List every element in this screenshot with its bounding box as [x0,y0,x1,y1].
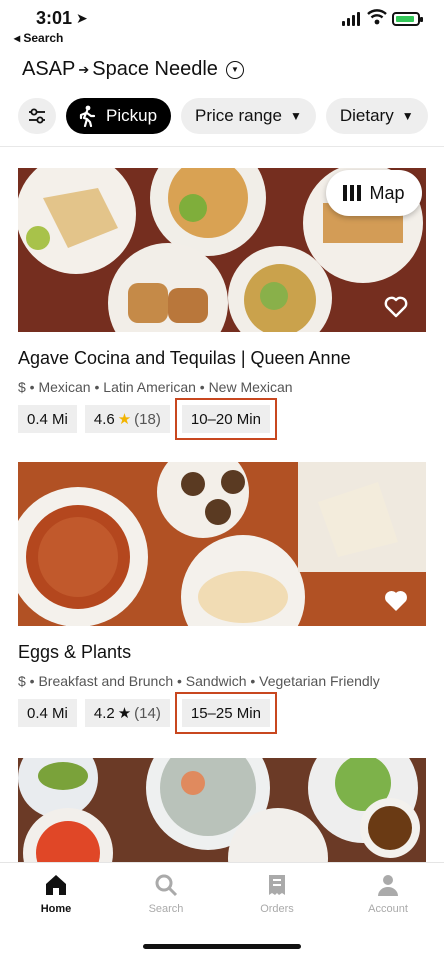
filter-settings-button[interactable] [18,98,56,134]
delivery-time-value: 10–20 Min [190,410,261,428]
status-bar: 3:01 ➤ ◂ Search [0,0,444,46]
heart-filled-icon[interactable] [384,590,408,612]
pickup-label: Pickup [106,106,158,125]
cellular-signal-icon [342,12,360,26]
distance-badge: 0.4 Mi [18,405,77,433]
delivery-time-value: 15–25 Min [190,704,261,722]
restaurant-name[interactable]: Agave Cocina and Tequilas | Queen Anne [18,348,426,369]
destination: Space Needle [92,58,218,80]
battery-icon [392,12,423,26]
rating-badge: 4.2 ★ (14) [84,699,170,727]
person-icon [378,875,398,896]
star-icon: ★ [117,705,132,722]
rating-value: 4.6 [93,410,115,428]
walking-person-icon [79,105,96,127]
restaurant-photo[interactable]: Map [18,168,426,332]
rating-value: 4.2 [93,704,115,722]
rating-badge: 4.6 ★ (18) [84,405,170,433]
restaurant-info-pills: 0.4 Mi 4.6 ★ (18) 10–20 Min [18,398,426,440]
distance-badge: 0.4 Mi [18,699,77,727]
map-icon [343,185,362,201]
delivery-location-selector[interactable]: ASAP ➔ Space Needle ▼ [22,58,244,81]
restaurant-categories: $ • Breakfast and Brunch • Sandwich • Ve… [18,673,380,689]
receipt-icon [269,875,285,895]
restaurant-card[interactable]: Map Agave Cocina and Tequilas | Queen An… [18,168,426,440]
price-range-label: Price range [195,106,282,125]
location-arrow-icon: ➤ [76,10,88,26]
review-count: (14) [134,704,161,722]
filter-bar: Pickup Price range ▼ Dietary ▼ [18,98,428,134]
restaurant-card[interactable]: Eggs & Plants $ • Breakfast and Brunch •… [18,462,426,734]
nav-orders[interactable]: Orders [237,873,317,915]
nav-orders-label: Orders [260,903,294,915]
restaurant-card[interactable] [18,758,426,862]
review-count: (18) [134,410,161,428]
delivery-time-badge: 15–25 Min [174,692,277,734]
nav-search-label: Search [148,903,184,915]
order-time: ASAP [22,58,76,80]
chevron-down-icon: ▼ [225,60,244,79]
heart-icon[interactable] [384,296,408,318]
map-button-label: Map [369,182,405,203]
home-icon [46,875,66,895]
nav-home[interactable]: Home [16,873,96,915]
chevron-down-icon: ▼ [401,109,414,123]
food-photo-image [18,462,426,626]
restaurant-info-pills: 0.4 Mi 4.2 ★ (14) 15–25 Min [18,692,426,734]
map-button[interactable]: Map [326,170,422,216]
restaurant-categories: $ • Mexican • Latin American • New Mexic… [18,379,293,395]
price-range-filter-button[interactable]: Price range ▼ [181,98,316,134]
search-icon [155,874,178,897]
wifi-icon [367,9,387,25]
distance-value: 0.4 Mi [27,704,68,722]
dietary-label: Dietary [339,106,394,125]
delivery-time-badge: 10–20 Min [174,398,277,440]
restaurant-photo[interactable] [18,758,426,862]
home-indicator [143,944,301,949]
back-to-search-link[interactable]: ◂ Search [14,31,63,45]
restaurant-name[interactable]: Eggs & Plants [18,642,426,663]
star-icon: ★ [117,411,132,428]
nav-account-label: Account [368,903,408,915]
food-photo-image [18,758,426,862]
status-time: 3:01 [36,8,73,28]
dietary-filter-button[interactable]: Dietary ▼ [325,98,428,134]
nav-search[interactable]: Search [126,873,206,915]
nav-account[interactable]: Account [348,873,428,915]
nav-home-label: Home [40,903,72,915]
arrow-right-icon: ➔ [78,61,90,77]
chevron-down-icon: ▼ [289,109,302,123]
distance-value: 0.4 Mi [27,410,68,428]
restaurant-photo[interactable] [18,462,426,626]
divider [0,146,444,147]
pickup-filter-button[interactable]: Pickup [66,98,172,134]
sliders-icon [29,108,45,124]
